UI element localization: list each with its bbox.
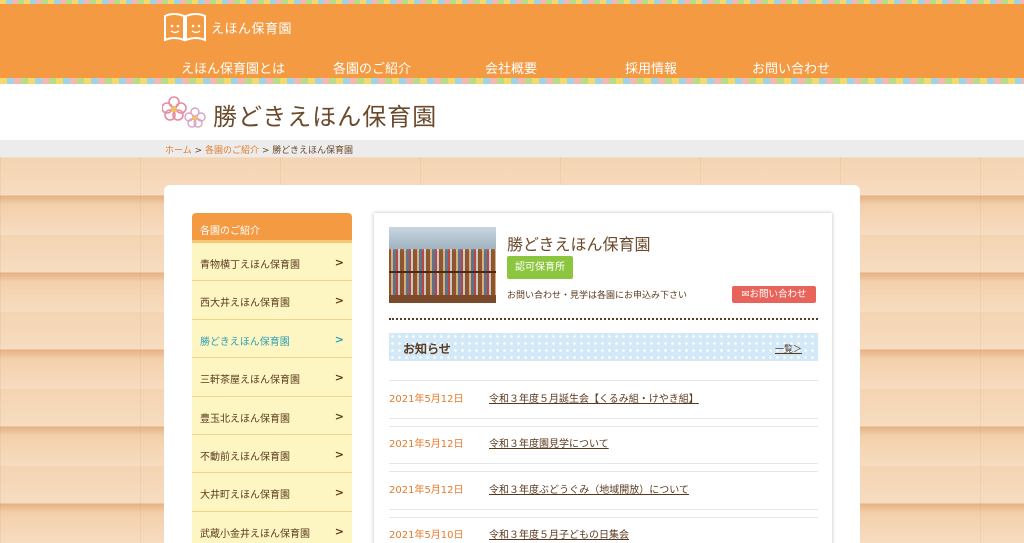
sidebar-item-label: 勝どきえほん保育園 — [200, 336, 290, 348]
dotted-divider — [389, 318, 818, 320]
sidebar: 各園のご紹介 青物横丁えほん保育園 > 西大井えほん保育園 > 勝どきえほん保育園 >… — [192, 213, 352, 543]
breadcrumb-schools[interactable]: 各園のご紹介 — [205, 146, 259, 156]
photo-floor — [389, 295, 496, 303]
sidebar-item-nishioi[interactable]: 西大井えほん保育園 > — [192, 281, 352, 320]
contact-button[interactable]: ✉お問い合わせ — [732, 286, 816, 303]
news-date: 2021年5月12日 — [389, 439, 464, 450]
nav-contact[interactable]: お問い合わせ — [752, 58, 830, 77]
sidebar-item-musashikoganei[interactable]: 武蔵小金井えほん保育園 > — [192, 511, 352, 543]
book-faces-logo-icon — [164, 13, 206, 42]
sidebar-item-label: 大井町えほん保育園 — [200, 490, 290, 502]
chevron-right-icon: > — [334, 294, 344, 308]
sidebar-item-toyotamakita[interactable]: 豊玉北えほん保育園 > — [192, 396, 352, 435]
chevron-right-icon: > — [334, 524, 344, 538]
sidebar-item-label: 不動前えほん保育園 — [200, 451, 290, 463]
nav-about[interactable]: えほん保育園とは — [181, 58, 285, 77]
sidebar-item-sangenjaya[interactable]: 三軒茶屋えほん保育園 > — [192, 358, 352, 397]
chevron-right-icon: > — [334, 332, 344, 346]
news-row-divider — [389, 418, 818, 419]
photo-shelf-divider — [389, 271, 496, 273]
sidebar-item-label: 三軒茶屋えほん保育園 — [200, 375, 300, 387]
chevron-right-icon: > — [334, 486, 344, 500]
news-date: 2021年5月10日 — [389, 530, 464, 541]
sidebar-item-label: 西大井えほん保育園 — [200, 298, 290, 310]
news-more-link[interactable]: 一覧＞ — [775, 342, 802, 355]
title-bar — [0, 84, 1024, 140]
site-header: えほん保育園 えほん保育園とは 各園のご紹介 会社概要 採用情報 お問い合わせ — [0, 0, 1024, 84]
news-item-link[interactable]: 令和３年度５月子どもの日集会 — [489, 526, 629, 541]
news-header: お知らせ 一覧＞ — [389, 333, 818, 361]
page-title: 勝どきえほん保育園 — [213, 103, 438, 131]
news-item-link[interactable]: 令和３年度ぶどうぐみ（地域開放）について — [489, 481, 689, 496]
header-decoration-top — [0, 0, 1024, 4]
nav-recruit[interactable]: 採用情報 — [625, 58, 677, 77]
nav-schools[interactable]: 各園のご紹介 — [333, 58, 411, 77]
news-row-divider — [389, 509, 818, 510]
breadcrumb-current: 勝どきえほん保育園 — [272, 146, 354, 156]
news-row-divider — [389, 517, 818, 518]
news-row-divider — [389, 463, 818, 464]
chevron-right-icon: > — [334, 409, 344, 423]
sidebar-item-aomonoyokocho[interactable]: 青物横丁えほん保育園 > — [192, 243, 352, 282]
logo-text: えほん保育園 — [211, 21, 293, 37]
news-date: 2021年5月12日 — [389, 394, 464, 405]
news-row-divider — [389, 426, 818, 427]
news-item-link[interactable]: 令和３年度５月誕生会【くるみ組・けやき組】 — [489, 390, 699, 405]
sidebar-item-oimachi[interactable]: 大井町えほん保育園 > — [192, 473, 352, 512]
license-badge: 認可保育所 — [507, 256, 573, 279]
breadcrumb-separator: > — [191, 146, 205, 156]
site-logo[interactable]: えほん保育園 — [163, 12, 292, 42]
breadcrumb: ホーム > 各園のご紹介 > 勝どきえほん保育園 — [0, 140, 1024, 157]
school-name: 勝どきえほん保育園 — [507, 235, 651, 254]
school-photo — [389, 227, 496, 303]
sidebar-item-fudomae[interactable]: 不動前えほん保育園 > — [192, 434, 352, 474]
breadcrumb-separator: > — [259, 146, 273, 156]
news-date: 2021年5月12日 — [389, 485, 464, 496]
sidebar-item-kachidoki[interactable]: 勝どきえほん保育園 > — [192, 319, 352, 359]
news-row-divider — [389, 471, 818, 472]
breadcrumb-home[interactable]: ホーム — [165, 146, 192, 156]
news-heading: お知らせ — [403, 342, 451, 356]
nav-company[interactable]: 会社概要 — [485, 58, 537, 77]
chevron-right-icon: > — [334, 256, 344, 269]
chevron-right-icon: > — [334, 371, 344, 385]
contact-button-label: お問い合わせ — [749, 289, 807, 300]
sidebar-heading: 各園のご紹介 — [192, 213, 352, 243]
inquiry-note: お問い合わせ・見学は各園にお申込み下さい — [507, 291, 688, 301]
sidebar-item-label: 武蔵小金井えほん保育園 — [200, 528, 310, 540]
sidebar-item-label: 青物横丁えほん保育園 — [200, 260, 300, 271]
news-row-divider — [389, 380, 818, 381]
news-item-link[interactable]: 令和３年度園見学について — [489, 435, 609, 450]
chevron-right-icon: > — [334, 447, 344, 461]
sidebar-item-label: 豊玉北えほん保育園 — [200, 413, 290, 425]
flower-icon — [162, 96, 206, 128]
